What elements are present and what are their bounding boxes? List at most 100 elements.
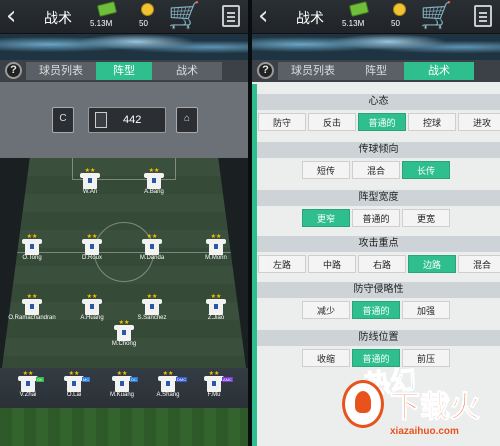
player-name: M.Morin [205, 255, 227, 261]
shirt-icon [144, 173, 164, 189]
option-focus[interactable]: 混合 [458, 255, 500, 273]
players-player[interactable]: ★★ O.Tong [4, 233, 60, 267]
option-mentality[interactable]: 控球 [408, 113, 456, 131]
option-mentality[interactable]: 进攻 [458, 113, 500, 131]
shirt-icon [18, 376, 38, 392]
option-defline[interactable]: 收缩 [302, 349, 350, 367]
player-name: O.Ramachandran [8, 315, 56, 321]
option-focus[interactable]: 边路 [408, 255, 456, 273]
option-mentality[interactable]: 防守 [258, 113, 306, 131]
coin-icon [141, 3, 154, 16]
tab-tactics[interactable]: 战术 [404, 62, 474, 80]
top-bar: ‹ 战术 5.13M 50 🛒 [0, 0, 248, 34]
formation-screen: ‹ 战术 5.13M 50 🛒 ? 球员列表 阵型 战术 C 442 ⌂ ★★ W… [0, 0, 248, 446]
page-title: 战术 [296, 10, 324, 26]
clipboard-icon[interactable] [222, 5, 240, 27]
tactics-accent-bar [252, 84, 257, 446]
bench-player[interactable]: ★★ F.Mu AMC [186, 370, 242, 404]
shopping-cart-icon[interactable]: 🛒 [168, 2, 200, 31]
players-player[interactable]: ★★ M.Morin [188, 233, 244, 267]
back-icon[interactable]: ‹ [258, 3, 276, 30]
players-player[interactable]: ★★ W.An [62, 167, 118, 201]
fire-logo-icon [342, 380, 384, 428]
back-icon[interactable]: ‹ [6, 3, 24, 30]
player-name: A.Bang [144, 189, 164, 195]
option-focus[interactable]: 右路 [358, 255, 406, 273]
players-player[interactable]: ★★ M.Danda [124, 233, 180, 267]
players-player[interactable]: ★★ Z.Jiao [188, 293, 244, 327]
position-badge: GK [36, 377, 44, 382]
shirt-icon [80, 173, 100, 189]
option-pressing[interactable]: 普通的 [352, 301, 400, 319]
page-title: 战术 [44, 10, 72, 26]
money-icon [348, 1, 370, 17]
option-mentality[interactable]: 反击 [308, 113, 356, 131]
players-player[interactable]: ★★ O.Ramachandran [4, 293, 60, 327]
position-badge: AMC [222, 377, 233, 382]
pitch-edge [0, 408, 248, 446]
option-pressing[interactable]: 减少 [302, 301, 350, 319]
tab-formation[interactable]: 阵型 [348, 62, 404, 80]
player-name: Z.Jiao [207, 315, 225, 321]
formation-selector[interactable]: 442 [88, 107, 166, 133]
shopping-cart-icon[interactable]: 🛒 [420, 2, 452, 31]
shirt-icon [82, 239, 102, 255]
option-width[interactable]: 更宽 [402, 209, 450, 227]
option-width[interactable]: 普通的 [352, 209, 400, 227]
kit-button[interactable]: ⌂ [176, 107, 198, 133]
formation-value: 442 [123, 114, 142, 126]
players-player[interactable]: ★★ D.Roux [64, 233, 120, 267]
option-focus[interactable]: 中路 [308, 255, 356, 273]
shirt-icon [158, 376, 178, 392]
shirt-icon [206, 239, 226, 255]
option-passing[interactable]: 短传 [302, 161, 350, 179]
help-icon[interactable]: ? [257, 62, 274, 79]
shirt-icon [114, 325, 134, 341]
captain-button[interactable]: C [52, 107, 74, 133]
section-title-focus: 攻击重点 [257, 236, 500, 252]
top-bar: ‹ 战术 5.13M 50 🛒 [252, 0, 500, 34]
option-passing[interactable]: 长传 [402, 161, 450, 179]
shirt-icon [112, 376, 132, 392]
shirt-icon [142, 299, 162, 315]
player-name: F.Mu [207, 392, 221, 398]
option-focus[interactable]: 左路 [258, 255, 306, 273]
section-title-mentality: 心态 [257, 94, 500, 110]
player-name: D.Roux [81, 255, 102, 261]
site-watermark: 下载火 xiazaihuo.com [320, 378, 500, 446]
players-player[interactable]: ★★ M.Chong [96, 319, 152, 353]
player-name: W.An [82, 189, 98, 195]
position-badge: MC [82, 377, 91, 382]
option-width[interactable]: 更窄 [302, 209, 350, 227]
player-name: M.Danda [139, 255, 165, 261]
player-name: O.Tong [22, 255, 42, 261]
stadium-lights [252, 34, 500, 60]
stadium-lights [0, 34, 248, 60]
players-player[interactable]: ★★ A.Bang [126, 167, 182, 201]
clipboard-icon[interactable] [474, 5, 492, 27]
coin-icon [393, 3, 406, 16]
site-name: 下载火 [390, 391, 481, 425]
option-mentality[interactable]: 普通的 [358, 113, 406, 131]
coin-balance: 50 [391, 19, 400, 28]
site-url: xiazaihuo.com [390, 426, 459, 437]
money-icon [96, 1, 118, 17]
shirt-icon [142, 239, 162, 255]
shirt-icon [206, 299, 226, 315]
section-title-defline: 防线位置 [257, 330, 500, 346]
tab-roster[interactable]: 球员列表 [26, 62, 96, 80]
position-badge: DC [130, 377, 138, 382]
money-balance: 5.13M [90, 19, 113, 28]
option-passing[interactable]: 混合 [352, 161, 400, 179]
tab-formation[interactable]: 阵型 [96, 62, 152, 80]
tab-tactics[interactable]: 战术 [152, 62, 222, 80]
option-pressing[interactable]: 加强 [402, 301, 450, 319]
section-title-pressing: 防守侵略性 [257, 282, 500, 298]
section-title-passing: 传球倾向 [257, 142, 500, 158]
tab-roster[interactable]: 球员列表 [278, 62, 348, 80]
shirt-icon [82, 299, 102, 315]
section-title-width: 阵型宽度 [257, 190, 500, 206]
player-name: M.Chong [111, 341, 137, 347]
help-icon[interactable]: ? [5, 62, 22, 79]
coin-balance: 50 [139, 19, 148, 28]
